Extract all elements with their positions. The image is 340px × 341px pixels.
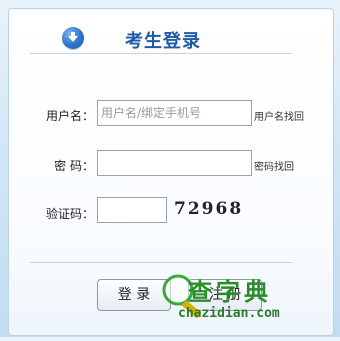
username-label: 用户名： xyxy=(45,109,94,123)
page-title: 考生登录 xyxy=(125,31,201,52)
captcha-input[interactable] xyxy=(97,197,167,223)
password-input[interactable] xyxy=(97,150,252,176)
username-recover-link[interactable]: 用户名找回 xyxy=(254,108,304,123)
username-input[interactable] xyxy=(97,100,252,126)
header-divider xyxy=(30,53,292,54)
footer-divider xyxy=(30,262,292,263)
password-label: 密 码： xyxy=(54,159,94,173)
watermark-text: 查字典 xyxy=(188,278,272,306)
down-arrow-icon xyxy=(62,27,84,49)
captcha-label: 验证码： xyxy=(45,207,94,221)
captcha-image[interactable]: 72968 xyxy=(174,196,252,222)
watermark-url: chazidian.com xyxy=(178,306,280,321)
login-header: 考生登录 xyxy=(8,8,332,68)
password-recover-link[interactable]: 密码找回 xyxy=(254,158,294,173)
